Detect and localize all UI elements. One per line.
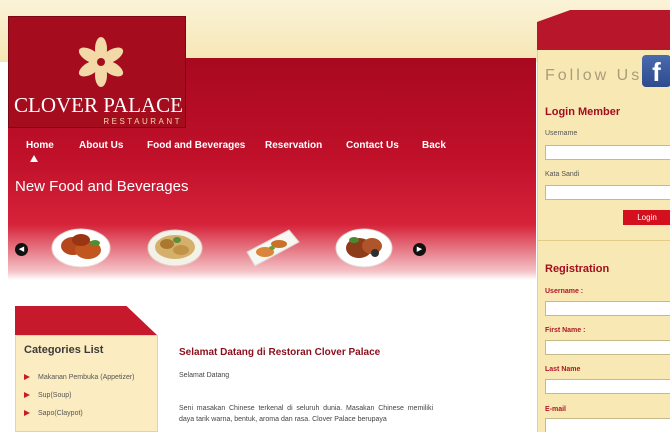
sidebar-divider	[538, 240, 670, 241]
nav-back[interactable]: Back	[422, 140, 446, 151]
right-sidebar: Follow Us f Login Member Username Kata S…	[537, 50, 670, 432]
carousel-prev-button[interactable]: ◀	[15, 243, 28, 256]
category-item[interactable]: Sup(Soup)	[24, 392, 71, 399]
sidebar-tab	[537, 10, 670, 50]
reg-first-name-label: First Name :	[545, 327, 586, 334]
username-label: Username	[545, 130, 578, 137]
reg-last-name-label: Last Name	[545, 366, 581, 373]
follow-us-label: Follow Us	[545, 67, 643, 84]
chevron-right-icon: ▶	[416, 246, 423, 253]
clover-flower-icon	[78, 37, 124, 87]
arrow-right-icon	[24, 374, 30, 381]
login-button[interactable]: Login	[623, 210, 670, 225]
chevron-left-icon: ◀	[18, 246, 25, 253]
categories-panel: Categories List Makanan Pembuka (Appetiz…	[15, 335, 158, 432]
brand-subtitle: RESTAURANT	[103, 117, 182, 126]
reg-email-input[interactable]	[545, 418, 670, 432]
dish-image-4[interactable]	[335, 226, 393, 268]
categories-title: Categories List	[24, 344, 104, 356]
category-item-label: Sup(Soup)	[38, 392, 72, 399]
reg-username-label: Username :	[545, 288, 584, 295]
carousel-next-button[interactable]: ▶	[413, 243, 426, 256]
welcome-body: Seni masakan Chinese terkenal di seluruh…	[179, 405, 433, 423]
reg-first-name-input[interactable]	[545, 340, 670, 355]
nav-food-and-beverages[interactable]: Food and Beverages	[147, 140, 245, 151]
dish-image-1[interactable]	[51, 226, 111, 268]
registration-title: Registration	[545, 263, 610, 275]
facebook-icon[interactable]: f	[642, 55, 670, 87]
facebook-letter: f	[652, 57, 661, 87]
categories-tab	[15, 306, 158, 336]
reg-username-input[interactable]	[545, 301, 670, 316]
nav-about-us[interactable]: About Us	[79, 140, 123, 151]
brand-name: CLOVER PALACE	[14, 93, 183, 117]
arrow-right-icon	[24, 410, 30, 417]
category-item[interactable]: Makanan Pembuka (Appetizer)	[24, 374, 135, 381]
welcome-subtitle: Selamat Datang	[179, 372, 230, 379]
nav-active-indicator-icon	[30, 155, 38, 162]
logo[interactable]: CLOVER PALACE RESTAURANT	[8, 16, 186, 128]
arrow-right-icon	[24, 392, 30, 399]
nav-home[interactable]: Home	[26, 140, 54, 151]
category-item-label: Sapo(Claypot)	[38, 410, 83, 417]
reg-email-label: E-mail	[545, 406, 567, 413]
nav-contact-us[interactable]: Contact Us	[346, 140, 399, 151]
reg-last-name-input[interactable]	[545, 379, 670, 394]
password-input[interactable]	[545, 185, 670, 200]
category-item-label: Makanan Pembuka (Appetizer)	[38, 374, 135, 381]
category-item[interactable]: Sapo(Claypot)	[24, 410, 83, 417]
nav-reservation[interactable]: Reservation	[265, 140, 322, 151]
username-input[interactable]	[545, 145, 670, 160]
password-label: Kata Sandi	[545, 171, 580, 178]
dish-image-2[interactable]	[147, 226, 203, 268]
dish-image-3[interactable]	[243, 226, 301, 270]
food-carousel: ◀ ▶	[15, 222, 435, 278]
welcome-title: Selamat Datang di Restoran Clover Palace	[179, 347, 381, 358]
login-title: Login Member	[545, 106, 621, 118]
section-title: New Food and Beverages	[15, 178, 189, 195]
main-nav: Home About Us Food and Beverages Reserva…	[8, 140, 528, 160]
